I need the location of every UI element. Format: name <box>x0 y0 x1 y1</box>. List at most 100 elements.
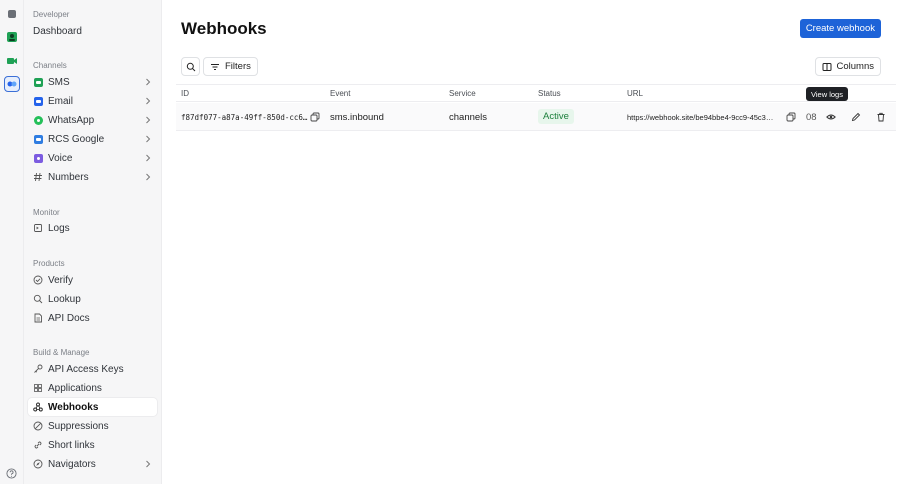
search-icon <box>186 62 195 71</box>
trash-icon[interactable] <box>876 112 886 122</box>
key-icon <box>33 364 43 374</box>
hash-icon <box>33 172 43 182</box>
block-icon <box>33 421 43 431</box>
search-icon <box>33 294 43 304</box>
whatsapp-icon <box>33 115 43 125</box>
webhook-event: sms.inbound <box>330 112 384 123</box>
row-actions <box>818 105 894 129</box>
sidebar-item-label: API Docs <box>48 312 90 324</box>
search-button[interactable] <box>181 57 200 76</box>
sidebar-item-navigators[interactable]: Navigators <box>28 455 157 473</box>
page-title: Webhooks <box>181 19 267 38</box>
sidebar-item-api-access-keys[interactable]: API Access Keys <box>28 360 157 378</box>
logs-icon <box>33 223 43 233</box>
webhook-url: https://webhook.site/be94bbe4-9cc9-45c3… <box>627 113 774 122</box>
section-label-products: Products <box>33 259 65 268</box>
sidebar-item-lookup[interactable]: Lookup <box>28 290 157 308</box>
section-label-developer: Developer <box>33 10 70 19</box>
sidebar-item-verify[interactable]: Verify <box>28 271 157 289</box>
sidebar-item-dashboard[interactable]: Dashboard <box>28 22 157 40</box>
section-label-monitor: Monitor <box>33 208 60 217</box>
table-header: ID Event Service Status URL <box>176 84 896 102</box>
webhook-service: channels <box>449 112 488 123</box>
sms-icon <box>33 77 43 87</box>
main-content: Webhooks Create webhook Filters Columns … <box>162 0 900 484</box>
sidebar-item-suppressions[interactable]: Suppressions <box>28 417 157 435</box>
chevron-right-icon <box>146 173 151 181</box>
column-header-service[interactable]: Service <box>449 89 476 98</box>
sidebar-item-label: SMS <box>48 76 70 88</box>
webhook-id: f87df077-a87a-49ff-850d-cc6… <box>181 113 308 122</box>
eye-icon[interactable] <box>825 112 836 122</box>
grid-icon <box>33 383 43 393</box>
view-logs-tooltip: View logs <box>806 87 848 101</box>
sidebar: Developer Dashboard Channels SMS Email W… <box>24 0 162 484</box>
columns-label: Columns <box>836 61 875 72</box>
sidebar-item-label: Short links <box>48 439 95 451</box>
section-label-build-manage: Build & Manage <box>33 348 90 357</box>
help-icon[interactable] <box>6 466 17 479</box>
sidebar-item-label: Email <box>48 95 74 107</box>
sidebar-item-label: WhatsApp <box>48 114 95 126</box>
sidebar-item-label: Applications <box>48 382 102 394</box>
app-rail <box>0 0 24 484</box>
chevron-right-icon <box>146 116 151 124</box>
sidebar-item-voice[interactable]: Voice <box>28 149 157 167</box>
developer-app-icon[interactable] <box>4 76 20 92</box>
sidebar-item-short-links[interactable]: Short links <box>28 436 157 454</box>
sidebar-item-numbers[interactable]: Numbers <box>28 168 157 186</box>
edit-icon[interactable] <box>851 112 861 122</box>
sidebar-item-label: Dashboard <box>33 25 82 37</box>
check-circle-icon <box>33 275 43 285</box>
chevron-right-icon <box>146 154 151 162</box>
sidebar-item-applications[interactable]: Applications <box>28 379 157 397</box>
create-webhook-button[interactable]: Create webhook <box>799 19 881 38</box>
voice-icon <box>33 153 43 163</box>
sidebar-item-label: RCS Google <box>48 133 105 145</box>
sidebar-item-label: Verify <box>48 274 74 286</box>
sidebar-item-sms[interactable]: SMS <box>28 73 157 91</box>
filter-icon <box>211 63 219 70</box>
column-header-event[interactable]: Event <box>330 89 350 98</box>
chevron-right-icon <box>146 460 151 468</box>
chevron-right-icon <box>146 97 151 105</box>
sidebar-item-label: Logs <box>48 222 70 234</box>
status-badge: Active <box>538 109 574 124</box>
sidebar-item-label: Lookup <box>48 293 81 305</box>
sidebar-item-email[interactable]: Email <box>28 92 157 110</box>
table-row[interactable]: f87df077-a87a-49ff-850d-cc6… sms.inbound… <box>176 103 896 131</box>
filters-label: Filters <box>225 61 251 72</box>
sidebar-item-label: API Access Keys <box>48 363 124 375</box>
chevron-right-icon <box>146 78 151 86</box>
compass-icon <box>33 459 43 469</box>
sidebar-item-webhooks[interactable]: Webhooks <box>28 398 157 416</box>
column-header-url[interactable]: URL <box>627 89 643 98</box>
sidebar-item-label: Numbers <box>48 171 89 183</box>
chevron-right-icon <box>146 135 151 143</box>
sidebar-item-label: Navigators <box>48 458 96 470</box>
rcs-icon <box>33 134 43 144</box>
truncated-cell: 08 <box>806 112 817 123</box>
sidebar-item-logs[interactable]: Logs <box>28 219 157 237</box>
column-header-status[interactable]: Status <box>538 89 561 98</box>
copy-id-icon[interactable] <box>310 112 320 122</box>
sidebar-item-whatsapp[interactable]: WhatsApp <box>28 111 157 129</box>
column-header-id[interactable]: ID <box>181 89 189 98</box>
sidebar-item-label: Voice <box>48 152 73 164</box>
filters-button[interactable]: Filters <box>203 57 258 76</box>
video-app-icon[interactable] <box>4 53 20 69</box>
link-icon <box>33 440 43 450</box>
webhook-icon <box>33 402 43 412</box>
sidebar-item-api-docs[interactable]: API Docs <box>28 309 157 327</box>
document-icon <box>33 313 43 323</box>
sidebar-item-label: Webhooks <box>48 401 99 413</box>
email-icon <box>33 96 43 106</box>
copy-url-icon[interactable] <box>786 112 796 122</box>
columns-button[interactable]: Columns <box>814 57 881 76</box>
sidebar-item-rcs-google[interactable]: RCS Google <box>28 130 157 148</box>
sidebar-item-label: Suppressions <box>48 420 109 432</box>
home-icon[interactable] <box>4 6 20 22</box>
section-label-channels: Channels <box>33 61 67 70</box>
columns-icon <box>822 62 831 71</box>
person-app-icon[interactable] <box>4 29 20 45</box>
